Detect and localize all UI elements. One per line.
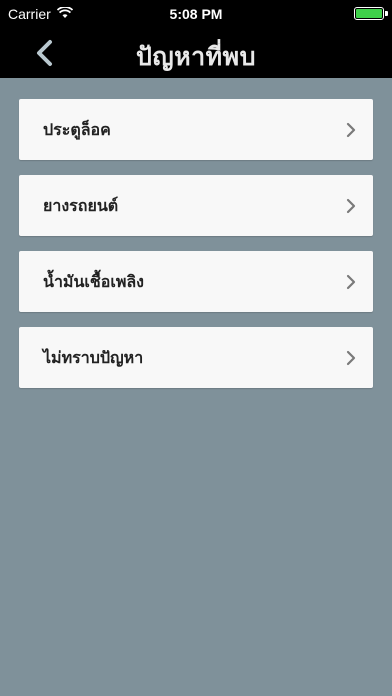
list-item-door-lock[interactable]: ประตูล็อค [19, 99, 373, 160]
page-title: ปัญหาที่พบ [135, 42, 257, 71]
status-time: 5:08 PM [169, 6, 223, 22]
list-item-label: น้ำมันเชื้อเพลิง [43, 272, 144, 291]
list-item-tire[interactable]: ยางรถยนต์ [19, 175, 373, 236]
chevron-right-icon [346, 122, 356, 138]
list-item-label: ไม่ทราบปัญหา [43, 348, 144, 367]
status-bar: Carrier 5:08 PM [0, 0, 392, 28]
battery-tip [385, 11, 388, 16]
battery-fill [356, 9, 382, 18]
chevron-right-icon [346, 350, 356, 366]
list-item-label: ประตูล็อค [43, 120, 111, 139]
navigation-bar: ปัญหาที่พบ [0, 28, 392, 78]
chevron-right-icon [346, 274, 356, 290]
list-item-label: ยางรถยนต์ [43, 196, 119, 215]
battery-icon [354, 7, 384, 20]
problem-list: ประตูล็อค ยางรถยนต์ น้ำมันเชื้อเพลิง ไม่… [19, 99, 373, 403]
chevron-right-icon [346, 198, 356, 214]
list-item-fuel[interactable]: น้ำมันเชื้อเพลิง [19, 251, 373, 312]
list-item-unknown-problem[interactable]: ไม่ทราบปัญหา [19, 327, 373, 388]
